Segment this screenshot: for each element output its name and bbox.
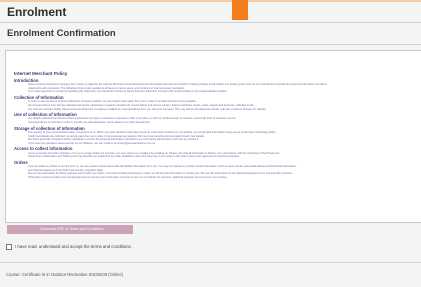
policy-title: Internet Merchant Policy — [14, 71, 68, 76]
top-accent-tab — [232, 0, 248, 20]
top-accent-line — [0, 0, 421, 2]
course-info: Course: Certificate III in Outdoor Recre… — [6, 272, 124, 277]
policy-paragraph-line: Correspondence is recorded in order to p… — [28, 121, 151, 125]
terms-document-viewer[interactable]: Internet Merchant Policy Introduction Nex… — [5, 50, 421, 223]
download-pdf-button[interactable]: Download PDF of Terms and Conditions — [7, 225, 133, 234]
divider — [0, 22, 421, 23]
policy-paragraph-line: If you have questions or concerns regard… — [28, 90, 228, 94]
policy-paragraph-line: Our Internet merchant facility (Nexus & … — [28, 107, 267, 111]
agree-terms-label: I have read, understand and accept the t… — [15, 244, 132, 249]
divider — [0, 262, 421, 263]
section-title: Enrolment Confirmation — [7, 28, 116, 39]
divider — [0, 44, 421, 45]
policy-paragraph-line: If you have any questions about security… — [28, 141, 156, 145]
terms-document: Internet Merchant Policy Introduction Nex… — [6, 51, 421, 183]
page-title: Enrolment — [7, 5, 67, 19]
policy-paragraph-line: Third-party service providers are contra… — [28, 175, 228, 179]
policy-paragraph-line: Department of Education and Training and… — [28, 155, 240, 159]
agree-terms-checkbox[interactable] — [6, 243, 12, 250]
agree-terms-row[interactable]: I have read, understand and accept the t… — [6, 242, 132, 251]
